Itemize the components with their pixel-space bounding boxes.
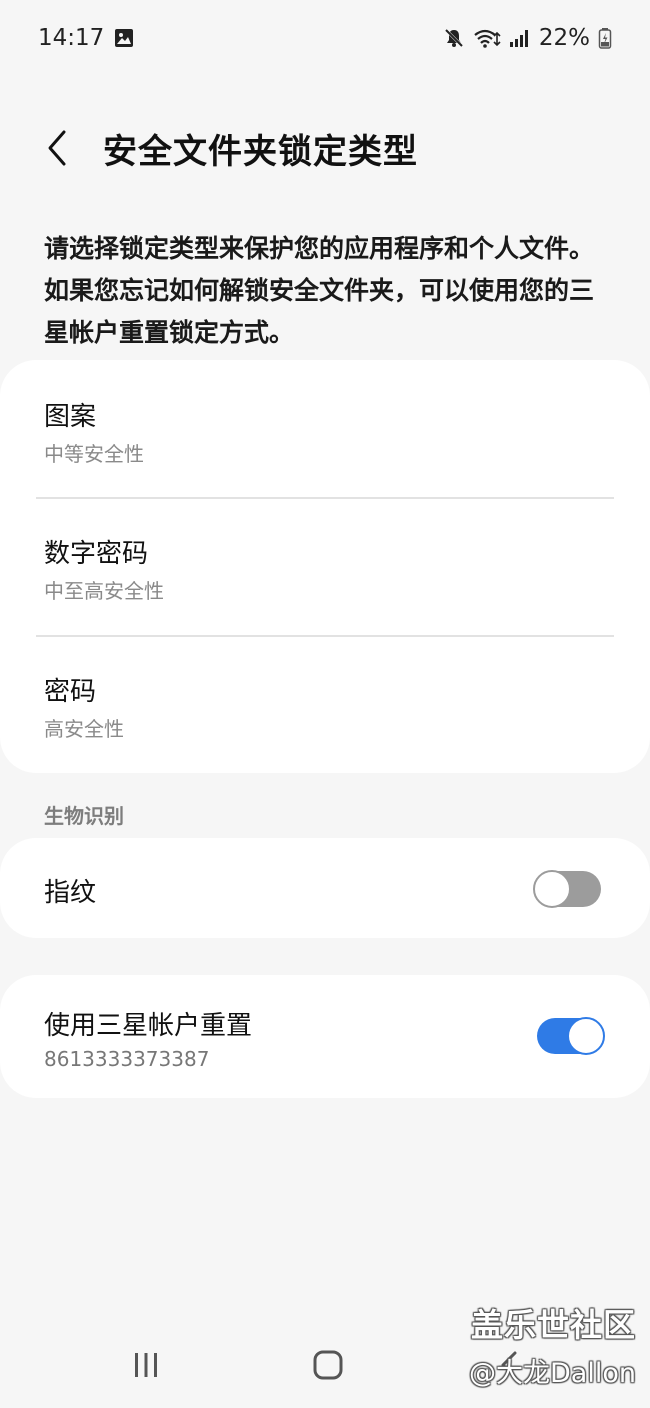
wifi-icon (473, 27, 501, 49)
item-title: 密码 (44, 677, 97, 707)
lock-option-password[interactable]: 密码 高安全性 (0, 637, 650, 773)
recents-button[interactable] (106, 1330, 186, 1400)
toggle-knob (567, 1017, 605, 1055)
status-left: 14:17 (38, 25, 134, 51)
status-time: 14:17 (38, 25, 105, 51)
recents-icon (131, 1350, 161, 1380)
back-button[interactable] (34, 120, 80, 176)
watermark-author: @大龙Dallon (469, 1358, 636, 1389)
item-subtitle: 8613333373387 (44, 1047, 210, 1071)
lock-type-card: 图案 中等安全性 数字密码 中至高安全性 密码 高安全性 (0, 360, 650, 773)
signal-icon (509, 28, 531, 48)
item-title: 使用三星帐户重置 (44, 1011, 253, 1041)
chevron-left-icon (44, 128, 70, 168)
app-header: 安全文件夹锁定类型 (0, 110, 650, 186)
item-title: 数字密码 (44, 539, 149, 569)
samsung-reset-card: 使用三星帐户重置 8613333373387 (0, 975, 650, 1098)
section-header-biometrics: 生物识别 (44, 804, 124, 828)
item-subtitle: 中至高安全性 (44, 579, 164, 603)
description-text: 请选择锁定类型来保护您的应用程序和个人文件。如果您忘记如何解锁安全文件夹，可以使… (44, 234, 595, 347)
home-button[interactable] (288, 1330, 368, 1400)
home-icon (312, 1349, 344, 1381)
page-title: 安全文件夹锁定类型 (103, 132, 418, 172)
samsung-reset-toggle[interactable] (537, 1017, 605, 1055)
battery-icon (598, 27, 612, 49)
status-bar: 14:17 22% (0, 0, 650, 76)
watermark-community: 盖乐世社区 (470, 1306, 636, 1344)
mute-icon (443, 27, 465, 49)
lock-option-pin[interactable]: 数字密码 中至高安全性 (0, 499, 650, 636)
item-subtitle: 高安全性 (44, 717, 124, 741)
fingerprint-toggle[interactable] (533, 870, 601, 908)
item-title: 图案 (44, 402, 97, 432)
item-subtitle: 中等安全性 (44, 442, 144, 466)
battery-percent: 22% (538, 25, 590, 51)
biometrics-card: 指纹 (0, 838, 650, 938)
gallery-icon (114, 28, 134, 48)
toggle-knob (533, 870, 571, 908)
lock-option-pattern[interactable]: 图案 中等安全性 (0, 360, 650, 498)
status-right: 22% (443, 25, 612, 51)
item-title: 指纹 (44, 878, 97, 908)
